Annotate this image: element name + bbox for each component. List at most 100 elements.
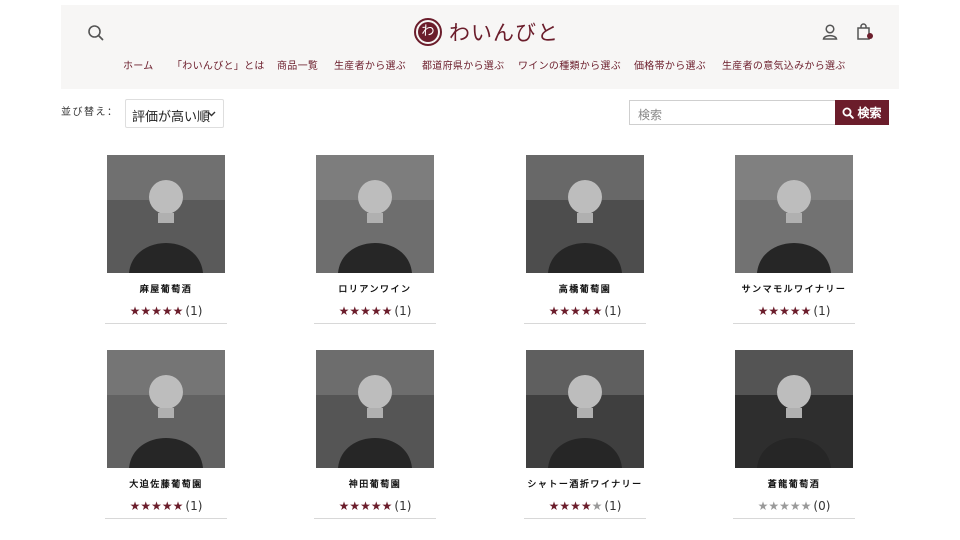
- star-icon: ★: [349, 499, 361, 513]
- producer-card[interactable]: 高橋葡萄園 ★★★★★ (1): [524, 155, 646, 330]
- nav-item-by-wine-type[interactable]: ワインの種類から選ぶ: [518, 57, 621, 72]
- star-icon: ★: [151, 499, 162, 513]
- star-icon: ★: [789, 304, 801, 318]
- producer-name[interactable]: 蒼龍葡萄酒: [735, 477, 853, 490]
- producer-name[interactable]: 高橋葡萄園: [526, 282, 644, 295]
- star-icon: ★: [789, 499, 801, 513]
- nav-item-by-price[interactable]: 価格帯から選ぶ: [634, 57, 706, 72]
- nav-item-by-producer[interactable]: 生産者から選ぶ: [334, 57, 406, 72]
- producer-photo[interactable]: [107, 155, 225, 273]
- card-divider: [105, 323, 227, 324]
- rating: ★★★★★ (1): [526, 499, 644, 513]
- nav-item-home[interactable]: ホーム: [123, 57, 154, 72]
- star-icon: ★: [381, 499, 393, 513]
- star-icon: ★: [757, 304, 769, 318]
- star-icon: ★: [548, 499, 560, 513]
- review-count: (1): [394, 499, 412, 513]
- star-icon: ★: [172, 304, 184, 318]
- nav-item-by-prefecture[interactable]: 都道府県から選ぶ: [422, 57, 504, 72]
- rating: ★★★★★ (1): [107, 499, 225, 513]
- producer-photo[interactable]: [526, 155, 644, 273]
- star-icon: ★: [161, 499, 173, 513]
- producer-photo[interactable]: [735, 350, 853, 468]
- review-count: (1): [813, 304, 831, 318]
- rating: ★★★★★ (1): [735, 304, 853, 318]
- star-icon: ★: [129, 304, 141, 318]
- nav-item-products[interactable]: 商品一覧: [277, 57, 318, 72]
- producer-name[interactable]: シャトー酒折ワイナリー: [526, 477, 644, 490]
- rating: ★★★★★ (1): [526, 304, 644, 318]
- cart-badge: [867, 33, 873, 39]
- review-count: (1): [604, 499, 622, 513]
- main-nav: ホーム 「わいんびと」とは 商品一覧 生産者から選ぶ 都道府県から選ぶ ワインの…: [61, 57, 899, 77]
- star-icon: ★: [129, 499, 141, 513]
- search-button-label: 検索: [857, 106, 882, 120]
- producer-photo[interactable]: [107, 350, 225, 468]
- search-input[interactable]: 検索: [629, 100, 836, 125]
- rating: ★★★★★ (1): [316, 499, 434, 513]
- rating: ★★★★★ (1): [316, 304, 434, 318]
- card-divider: [314, 323, 436, 324]
- star-icon: ★: [140, 304, 152, 318]
- producer-name[interactable]: 麻屋葡萄酒: [107, 282, 225, 295]
- logo-text: わいんびと: [449, 21, 559, 45]
- nav-item-about[interactable]: 「わいんびと」とは: [172, 57, 265, 72]
- rating: ★★★★★ (1): [107, 304, 225, 318]
- review-count: (1): [604, 304, 622, 318]
- star-icon: ★: [580, 499, 592, 513]
- star-icon: ★: [591, 499, 603, 513]
- producer-name[interactable]: ロリアンワイン: [316, 282, 434, 295]
- card-divider: [314, 518, 436, 519]
- site-logo[interactable]: わ わいんびと: [414, 16, 559, 48]
- producer-card[interactable]: ロリアンワイン ★★★★★ (1): [314, 155, 436, 330]
- star-icon: ★: [757, 499, 769, 513]
- star-icon: ★: [140, 499, 152, 513]
- star-icon: ★: [779, 499, 790, 513]
- review-count: (1): [394, 304, 412, 318]
- sort-label: 並び替え：: [61, 107, 119, 118]
- star-icon: ★: [360, 499, 371, 513]
- producer-card[interactable]: サンマモルワイナリー ★★★★★ (1): [733, 155, 855, 330]
- star-icon: ★: [580, 304, 592, 318]
- card-divider: [733, 518, 855, 519]
- producer-photo[interactable]: [316, 155, 434, 273]
- search-icon[interactable]: [86, 23, 106, 43]
- rating: ★★★★★ (0): [735, 499, 853, 513]
- star-icon: ★: [370, 499, 382, 513]
- card-divider: [733, 323, 855, 324]
- search-icon: [842, 107, 855, 119]
- user-icon[interactable]: [820, 22, 840, 42]
- star-icon: ★: [768, 499, 780, 513]
- star-icon: ★: [570, 304, 581, 318]
- producer-photo[interactable]: [735, 155, 853, 273]
- chevron-down-icon: [207, 111, 216, 117]
- logo-mark-glyph: わ: [418, 22, 438, 42]
- star-icon: ★: [151, 304, 162, 318]
- producer-name[interactable]: サンマモルワイナリー: [735, 282, 853, 295]
- star-icon: ★: [768, 304, 780, 318]
- star-icon: ★: [381, 304, 393, 318]
- star-icon: ★: [559, 499, 571, 513]
- search-button[interactable]: 検索: [835, 100, 889, 125]
- producer-name[interactable]: 大迫佐藤葡萄園: [107, 477, 225, 490]
- shopping-bag-icon[interactable]: [854, 22, 874, 42]
- sort-select[interactable]: 評価が高い順: [125, 99, 224, 128]
- star-icon: ★: [349, 304, 361, 318]
- producer-photo[interactable]: [526, 350, 644, 468]
- star-icon: ★: [360, 304, 371, 318]
- producer-card[interactable]: シャトー酒折ワイナリー ★★★★★ (1): [524, 350, 646, 525]
- producer-name[interactable]: 神田葡萄園: [316, 477, 434, 490]
- producer-card[interactable]: 大迫佐藤葡萄園 ★★★★★ (1): [105, 350, 227, 525]
- star-icon: ★: [559, 304, 571, 318]
- producer-card[interactable]: 神田葡萄園 ★★★★★ (1): [314, 350, 436, 525]
- star-icon: ★: [172, 499, 184, 513]
- star-icon: ★: [591, 304, 603, 318]
- producer-card[interactable]: 蒼龍葡萄酒 ★★★★★ (0): [733, 350, 855, 525]
- nav-item-by-motivation[interactable]: 生産者の意気込みから選ぶ: [722, 57, 846, 72]
- review-count: (1): [185, 499, 203, 513]
- logo-mark: わ: [414, 18, 442, 46]
- producer-card[interactable]: 麻屋葡萄酒 ★★★★★ (1): [105, 155, 227, 330]
- star-icon: ★: [338, 499, 350, 513]
- producer-photo[interactable]: [316, 350, 434, 468]
- star-icon: ★: [570, 499, 581, 513]
